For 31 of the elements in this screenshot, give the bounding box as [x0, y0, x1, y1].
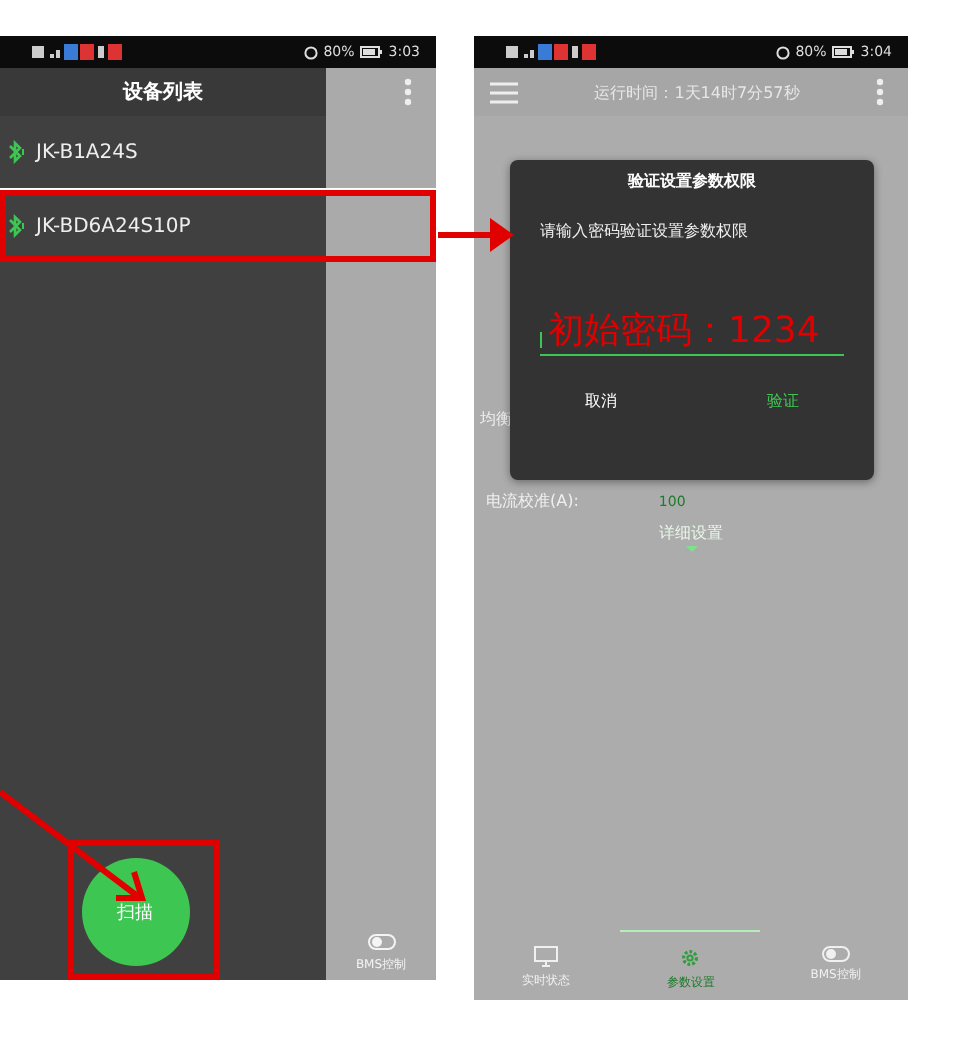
field-label: 电流校准(A): [486, 490, 579, 512]
toggle-icon [367, 934, 395, 950]
alarm-icon [775, 45, 790, 59]
caret-icon [685, 546, 697, 552]
bluetooth-icon [8, 140, 28, 164]
dialog-title: 验证设置参数权限 [628, 170, 756, 192]
field-label: 均衡 [480, 408, 512, 430]
status-icons [32, 44, 128, 60]
annotation-text: 初始密码：1234 [548, 310, 820, 354]
runtime-title: 运行时间：1天14时7分57秒 [594, 81, 800, 103]
cancel-button[interactable]: 取消 [565, 382, 637, 420]
device-name[interactable]: JK-B1A24S [36, 141, 138, 163]
toggle-icon [821, 946, 850, 962]
screen-title: 设备列表 [123, 79, 203, 106]
settings-icon [678, 946, 703, 970]
more-icon[interactable] [875, 78, 884, 106]
status-icons [506, 44, 602, 60]
more-icon[interactable] [404, 78, 412, 106]
alarm-icon [303, 45, 318, 59]
dialog-message: 请输入密码验证设置参数权限 [540, 220, 750, 242]
monitor-icon [534, 946, 559, 968]
device-name[interactable]: JK-BD6A24S10P [36, 215, 191, 237]
details-link[interactable]: 详细设置 [659, 522, 723, 544]
menu-icon[interactable] [490, 81, 518, 103]
scan-button[interactable]: 扫描 [81, 858, 189, 966]
arrow [438, 218, 514, 252]
bluetooth-icon [8, 214, 28, 238]
password-field[interactable]: 初始密码：1234 [540, 302, 844, 356]
battery-icon [360, 46, 383, 58]
confirm-button[interactable]: 验证 [747, 382, 819, 420]
battery-icon [832, 46, 855, 58]
